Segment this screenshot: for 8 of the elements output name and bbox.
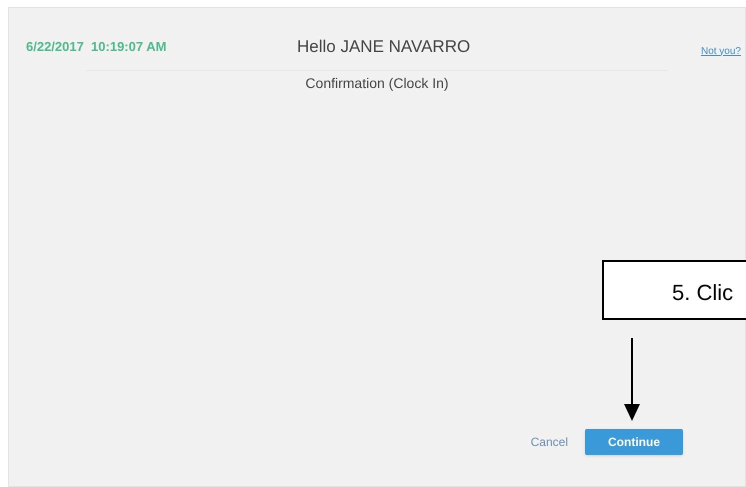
not-you-link[interactable]: Not you? (700, 44, 741, 58)
continue-button[interactable]: Continue (585, 429, 683, 455)
greeting: Hello JANE NAVARRO (297, 36, 470, 58)
arrow-icon (624, 338, 640, 421)
callout-text: 5. Clic (672, 279, 734, 307)
date-time: 6/22/2017 10:19:07 AM (26, 38, 168, 56)
cancel-link[interactable]: Cancel (530, 433, 568, 451)
confirmation-subtitle: Confirmation (Clock In) (305, 74, 449, 93)
